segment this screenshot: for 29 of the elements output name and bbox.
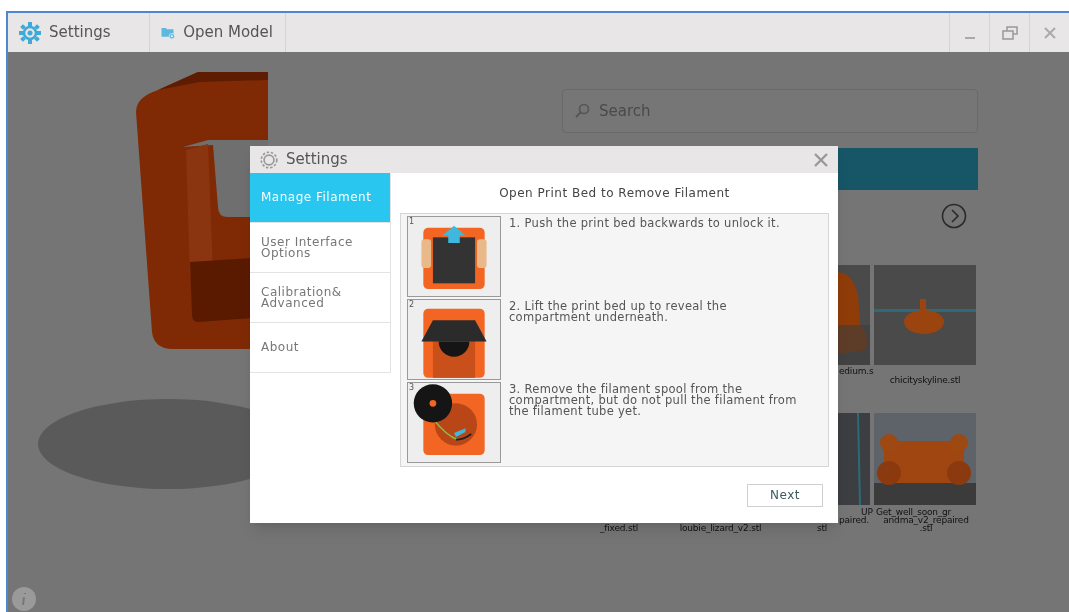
sidebar-item[interactable]: Calibration& Advanced [250,273,391,323]
file-name: loubie_lizard_v2.stl [678,523,763,533]
step-text: 3. Remove the filament spool from the compartment, but do not pull the filament from the filament tube yet. [509,382,798,420]
sidebar-item[interactable]: About [250,323,391,373]
step-text: 2. Lift the print bed up to reveal the compartment underneath. [509,299,728,326]
file-name: UP [861,507,873,517]
dialog-title: Settings [286,149,349,171]
step-text: 1. Push the print bed backwards to unlock it. [509,216,781,232]
sidebar-item[interactable]: User Interface Options [250,223,391,273]
step-number: 3 [409,382,415,394]
settings-icon [260,150,278,169]
file-name: stl [815,523,829,533]
close-icon[interactable] [1041,24,1058,41]
file-name: edium.s [839,366,874,376]
file-name: .stl [919,523,933,533]
file-name: paired. [839,515,869,525]
step-number: 1 [409,216,415,228]
restore-icon[interactable] [1001,24,1018,41]
step-heading: Open Print Bed to Remove Filament [498,185,731,202]
settings-icon [19,21,41,44]
close-icon[interactable] [814,152,828,167]
file-name: _fixed.stl [598,523,640,533]
next-button[interactable]: Next [747,483,823,507]
info-icon[interactable] [12,587,36,611]
step-number: 2 [409,299,415,311]
file-name: andma_v2_repaired [883,515,970,525]
file-name: Get_well_soon_gr [876,507,952,517]
file-name: chicityskyline.stl [888,375,962,385]
search-icon [574,103,590,119]
